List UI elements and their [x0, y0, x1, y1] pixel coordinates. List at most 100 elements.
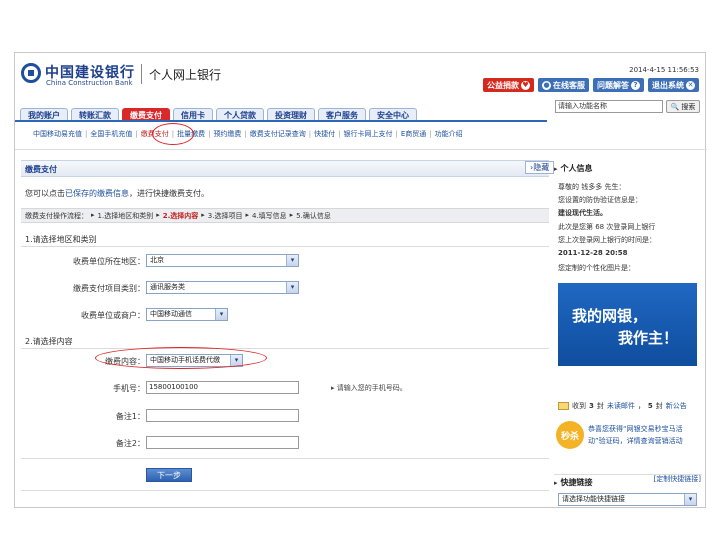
faq-label: 问题解答 — [597, 80, 629, 91]
subnav-quick-pay[interactable]: 快捷付 — [314, 129, 335, 139]
top-action-buttons: 公益捐款 ♥ ● 在线客服 问题解答 ? 退出系统 ✕ — [483, 78, 699, 92]
faq-button[interactable]: 问题解答 ? — [593, 78, 644, 92]
banner-line1: 我的网银， — [572, 305, 647, 326]
customize-quicklinks-link[interactable]: [定制快捷链接] — [654, 474, 701, 484]
notice-count: 5 — [648, 402, 653, 410]
bank-name-en: China Construction Bank — [46, 79, 133, 87]
subnav-e-trade[interactable]: E商贸通 — [401, 129, 426, 139]
online-service-button[interactable]: ● 在线客服 — [538, 78, 589, 92]
notice-unit: 封 — [656, 401, 663, 411]
phone-input[interactable]: 15800100100 — [146, 381, 299, 394]
step-arrow-icon: ▸ — [245, 211, 249, 221]
promo-block[interactable]: 秒杀 恭喜您获得“网银交易秒宝马活动”验证码，详情查询营销活动 — [556, 421, 700, 451]
panel-title: 缴费支付 — [25, 164, 57, 175]
quicklinks-select[interactable]: 请选择功能快捷链接 ▾ — [558, 493, 697, 506]
note2-input[interactable] — [146, 436, 299, 449]
chat-icon: ● — [542, 81, 551, 90]
search-icon: 🔍 — [671, 103, 680, 111]
custom-pic-label: 您定制的个性化图片是： — [558, 263, 635, 273]
new-notice-link[interactable]: 新公告 — [666, 401, 687, 411]
subnav-payment-records[interactable]: 缴费支付记录查询 — [250, 129, 306, 139]
category-select[interactable]: 通讯服务类 ▾ — [146, 281, 299, 294]
envelope-icon — [558, 402, 569, 410]
mail-count: 3 — [589, 402, 594, 410]
step-4: 4.填写信息 — [252, 211, 287, 221]
note1-label: 备注1： — [15, 411, 145, 422]
step-5: 5.确认信息 — [296, 211, 331, 221]
merchant-value: 中国移动通信 — [150, 310, 192, 318]
chevron-down-icon: ▾ — [286, 282, 298, 293]
step-arrow-icon: ▸ — [91, 211, 95, 221]
merchant-label: 收费单位或商户： — [15, 310, 145, 321]
step-2: 2.选择内容 — [163, 211, 199, 221]
banner-line2: 我作主！ — [618, 327, 678, 348]
personal-info-sidebar: ▸ 个人信息 — [554, 160, 702, 174]
section2-divider — [21, 348, 549, 349]
subnav-mobile-topup[interactable]: 中国移动易充值 — [33, 129, 82, 139]
step-arrow-icon: ▸ — [201, 211, 205, 221]
region-select[interactable]: 北京 ▾ — [146, 254, 299, 267]
mail-prefix: 收到 — [572, 401, 586, 411]
panel-header — [21, 160, 549, 177]
highlight-ring-content — [95, 347, 267, 369]
step-arrow-icon: ▸ — [156, 211, 160, 221]
form-bottom-divider — [21, 458, 549, 459]
note1-input[interactable] — [146, 409, 299, 422]
logout-button[interactable]: 退出系统 ✕ — [648, 78, 699, 92]
login-count: 此次是您第 68 次登录网上银行 — [558, 222, 655, 232]
note2-label: 备注2： — [15, 438, 145, 449]
quicklinks-select-value: 请选择功能快捷链接 — [562, 495, 625, 503]
highlight-ring-subnav — [152, 123, 194, 145]
current-datetime: 2014-4-15 11:56:53 — [629, 66, 699, 74]
donate-label: 公益捐款 — [487, 80, 519, 91]
mail-unit: 封 — [597, 401, 604, 411]
chevron-down-icon: ▾ — [215, 309, 227, 320]
promo-text[interactable]: 恭喜您获得“网银交易秒宝马活动”验证码，详情查询营销活动 — [588, 423, 700, 447]
category-value: 通讯服务类 — [150, 283, 185, 291]
step-progress: 缴费支付操作流程： ▸1.选择地区和类别 ▸2.选择内容 ▸3.选择项目 ▸4.… — [25, 211, 331, 221]
personal-info-header: ▸ 个人信息 — [554, 163, 702, 174]
subnav-national-topup[interactable]: 全国手机充值 — [90, 129, 132, 139]
online-service-label: 在线客服 — [553, 80, 585, 91]
region-label: 收费单位所在地区： — [15, 256, 145, 267]
search-button[interactable]: 🔍 搜索 — [666, 100, 700, 113]
saved-payment-link[interactable]: 已保存的缴费信息 — [65, 189, 129, 198]
step-3: 3.选择项目 — [208, 211, 243, 221]
merchant-select[interactable]: 中国移动通信 ▾ — [146, 308, 228, 321]
function-search-input[interactable]: 请输入功能名称 — [555, 100, 663, 113]
hide-label: 隐藏 — [533, 163, 549, 172]
last-login-time: 2011-12-28 20:58 — [558, 249, 628, 257]
portal-title: 个人网上银行 — [149, 66, 221, 83]
phone-hint-text: 请输入您的手机号码。 — [337, 384, 407, 392]
logout-label: 退出系统 — [652, 80, 684, 91]
verify-value: 建设现代生活。 — [558, 208, 607, 218]
hide-sidebar-button[interactable]: ›隐藏 — [525, 161, 554, 174]
ccb-logo-icon — [21, 63, 41, 83]
subnav-feature-intro[interactable]: 功能介绍 — [435, 129, 463, 139]
subnav-scheduled-payment[interactable]: 预约缴费 — [213, 129, 241, 139]
personal-info-title: 个人信息 — [561, 163, 593, 174]
chevron-down-icon: ▾ — [684, 494, 696, 505]
verify-text: 您设置的防伪验证信息是： — [558, 195, 642, 205]
step-1: 1.选择地区和类别 — [98, 211, 154, 221]
help-icon: ? — [631, 81, 640, 90]
subnav-card-online-pay[interactable]: 银行卡网上支付 — [344, 129, 393, 139]
triangle-icon: ▸ — [554, 479, 558, 487]
heart-icon: ♥ — [521, 81, 530, 90]
steps-label: 缴费支付操作流程： — [25, 211, 88, 221]
header-divider — [15, 149, 707, 150]
unread-mail-link[interactable]: 未读邮件 — [607, 401, 635, 411]
personalized-banner: 我的网银， 我作主！ — [558, 283, 697, 366]
step-arrow-icon: ▸ — [290, 211, 294, 221]
mail-status: 收到 3 封 未读邮件， 5 封 新公告 — [558, 401, 687, 411]
triangle-icon: ▸ — [554, 165, 558, 173]
donate-button[interactable]: 公益捐款 ♥ — [483, 78, 534, 92]
exit-icon: ✕ — [686, 81, 695, 90]
search-button-label: 搜索 — [681, 102, 695, 112]
intro-prefix: 您可以点击 — [25, 189, 65, 198]
next-button[interactable]: 下一步 — [146, 468, 192, 482]
quicklinks-title: 快捷链接 — [561, 477, 593, 488]
section2-title: 2.请选择内容 — [25, 336, 73, 347]
chevron-down-icon: ▾ — [286, 255, 298, 266]
section1-divider — [21, 246, 549, 247]
